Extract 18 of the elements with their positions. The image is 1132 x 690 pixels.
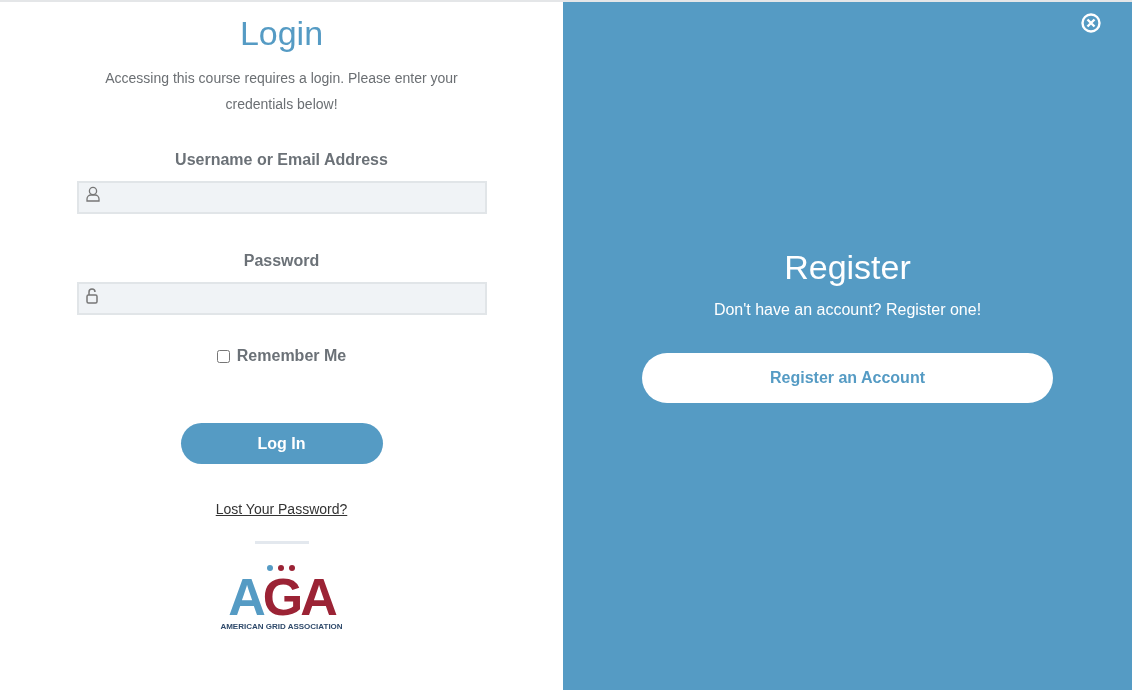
login-intro: Accessing this course requires a login. Please enter your credentials below! (104, 69, 459, 114)
field-label: Username or Email Address (175, 151, 388, 169)
logo-tagline: AMERICAN GRID ASSOCIATION (220, 622, 343, 631)
close-button[interactable] (1080, 12, 1102, 34)
user-icon (85, 186, 100, 202)
register-button[interactable]: Register an Account (642, 353, 1053, 403)
remember-checkbox[interactable] (216, 349, 230, 363)
login-title: Login (239, 14, 324, 53)
lock-icon (85, 287, 98, 304)
input-field[interactable] (76, 282, 487, 315)
login-button[interactable]: Log In (180, 423, 383, 464)
input-field[interactable] (76, 181, 487, 214)
register-subtitle: Don't have an account? Register one! (713, 301, 982, 319)
register-title: Register (784, 248, 911, 287)
lost-password-link[interactable]: Lost Your Password? (215, 501, 348, 517)
field-label: Password (243, 252, 320, 270)
remember-label: Remember Me (236, 347, 347, 365)
logo-letters: AGA (228, 572, 335, 622)
